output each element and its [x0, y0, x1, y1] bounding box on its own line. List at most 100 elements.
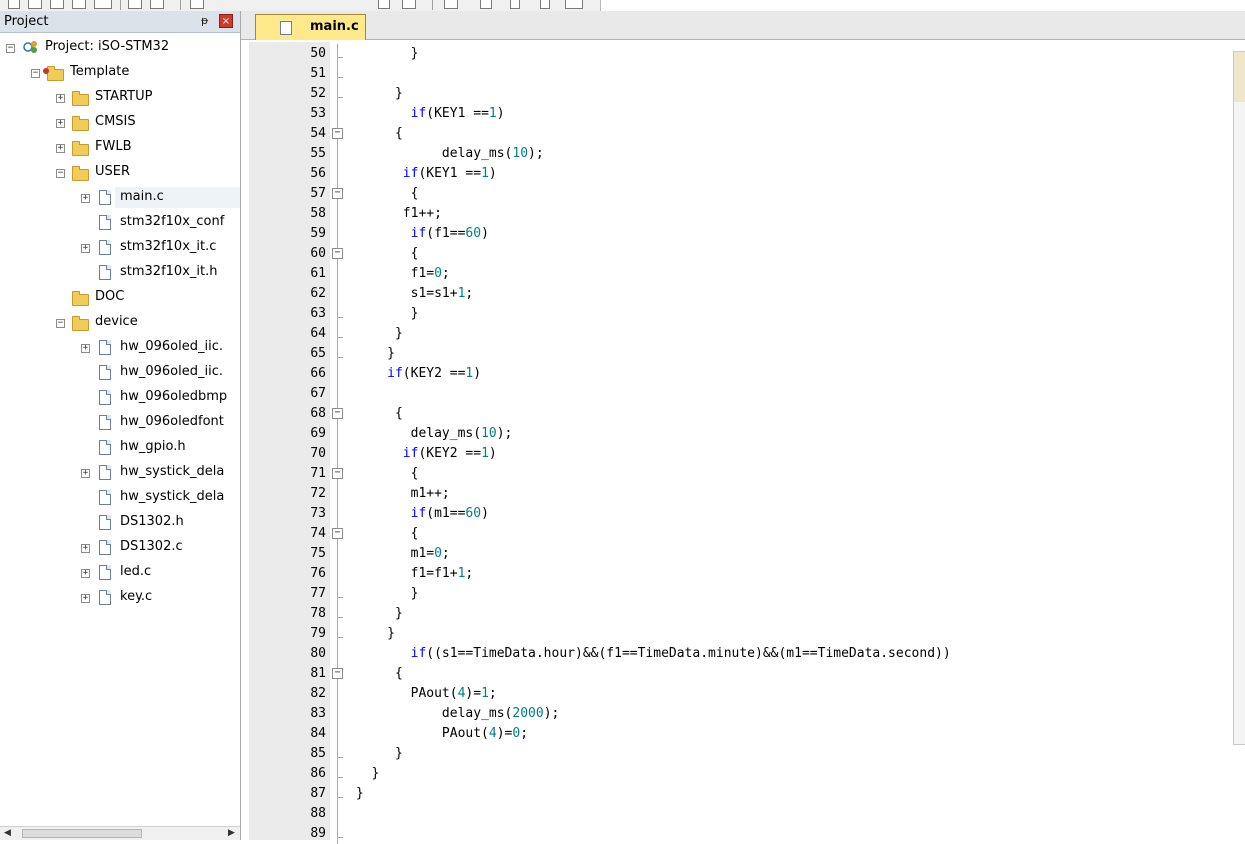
code-line[interactable]: m1++;	[348, 484, 450, 504]
tree-item[interactable]: + led.c	[0, 562, 240, 584]
tree-item[interactable]: hw_096oledfont	[0, 412, 240, 434]
expand-icon[interactable]: +	[81, 244, 90, 253]
fold-collapse-icon[interactable]: −	[332, 528, 343, 539]
expand-icon[interactable]: +	[56, 119, 65, 128]
tree-item[interactable]: + DS1302.c	[0, 537, 240, 559]
expand-icon[interactable]: +	[56, 144, 65, 153]
docked-panel-edge[interactable]	[1233, 51, 1245, 745]
collapse-icon[interactable]: −	[6, 44, 15, 53]
tree-item[interactable]: hw_096oled_iic.	[0, 362, 240, 384]
toolbar-button[interactable]	[72, 0, 86, 9]
tree-item[interactable]: hw_systick_dela	[0, 487, 240, 509]
tree-item[interactable]: stm32f10x_conf	[0, 212, 240, 234]
expand-icon[interactable]: +	[81, 544, 90, 553]
code-line[interactable]: {	[348, 124, 403, 144]
code-line[interactable]: }	[348, 764, 379, 784]
code-line[interactable]: delay_ms(2000);	[348, 704, 559, 724]
code-line[interactable]: if(m1==60)	[348, 504, 489, 524]
tree-item[interactable]: + main.c	[0, 187, 240, 209]
close-icon[interactable]: ×	[219, 14, 233, 28]
tree-item[interactable]: + key.c	[0, 587, 240, 609]
toolbar-button[interactable]	[510, 0, 520, 9]
scroll-right-icon[interactable]: ▶	[228, 828, 235, 838]
code-line[interactable]: if(f1==60)	[348, 224, 489, 244]
toolbar-button[interactable]	[150, 0, 164, 9]
code-line[interactable]: if(KEY1 ==1)	[348, 104, 505, 124]
scrollbar-thumb[interactable]	[22, 829, 142, 838]
fold-collapse-icon[interactable]: −	[332, 128, 343, 139]
code-line[interactable]: {	[348, 184, 419, 204]
tree-item[interactable]: + hw_096oled_iic.	[0, 337, 240, 359]
code-line[interactable]: }	[348, 344, 395, 364]
code-line[interactable]: delay_ms(10);	[348, 144, 544, 164]
code-line[interactable]: m1=0;	[348, 544, 450, 564]
code-line[interactable]: s1=s1+1;	[348, 284, 474, 304]
code-line[interactable]: }	[348, 624, 395, 644]
code-line[interactable]: }	[348, 44, 419, 64]
code-line[interactable]: if(KEY1 ==1)	[348, 164, 497, 184]
pin-icon[interactable]: ᵽ	[201, 14, 208, 27]
collapse-icon[interactable]: −	[56, 169, 65, 178]
code-line[interactable]: if((s1==TimeData.hour)&&(f1==TimeData.mi…	[348, 644, 951, 664]
toolbar-button[interactable]	[565, 0, 583, 9]
toolbar-button[interactable]	[378, 0, 390, 9]
fold-collapse-icon[interactable]: −	[332, 468, 343, 479]
tree-item[interactable]: + stm32f10x_it.c	[0, 237, 240, 259]
toolbar-button[interactable]	[444, 0, 458, 9]
code-line[interactable]: }	[348, 584, 419, 604]
code-line[interactable]: if(KEY2 ==1)	[348, 444, 497, 464]
fold-collapse-icon[interactable]: −	[332, 188, 343, 199]
code-line[interactable]: {	[348, 404, 403, 424]
code-line[interactable]: delay_ms(10);	[348, 424, 513, 444]
toolbar-button[interactable]	[28, 0, 42, 9]
tree-item[interactable]: − Project: iSO-STM32	[0, 37, 240, 59]
code-line[interactable]: }	[348, 324, 403, 344]
toolbar-button[interactable]	[540, 0, 550, 9]
tree-item[interactable]: − Template	[0, 62, 240, 84]
code-line[interactable]: {	[348, 524, 419, 544]
toolbar-button[interactable]	[402, 0, 416, 9]
code-line[interactable]: }	[348, 604, 403, 624]
tree-item[interactable]: DOC	[0, 287, 240, 309]
tree-item[interactable]: + CMSIS	[0, 112, 240, 134]
collapse-icon[interactable]: −	[56, 319, 65, 328]
code-line[interactable]: f1=f1+1;	[348, 564, 474, 584]
tree-item[interactable]: stm32f10x_it.h	[0, 262, 240, 284]
fold-collapse-icon[interactable]: −	[332, 248, 343, 259]
toolbar-button[interactable]	[480, 0, 492, 9]
code-line[interactable]: }	[348, 304, 419, 324]
code-line[interactable]: PAout(4)=1;	[348, 684, 497, 704]
toolbar-button[interactable]	[94, 0, 112, 9]
code-line[interactable]: f1=0;	[348, 264, 450, 284]
tree-item[interactable]: + FWLB	[0, 137, 240, 159]
fold-collapse-icon[interactable]: −	[332, 408, 343, 419]
tree-item[interactable]: hw_096oledbmp	[0, 387, 240, 409]
code-line[interactable]: }	[348, 784, 364, 804]
code-line[interactable]: f1++;	[348, 204, 442, 224]
expand-icon[interactable]: +	[56, 94, 65, 103]
expand-icon[interactable]: +	[81, 569, 90, 578]
code-line[interactable]: {	[348, 664, 403, 684]
tree-item[interactable]: − USER	[0, 162, 240, 184]
expand-icon[interactable]: +	[81, 594, 90, 603]
collapse-icon[interactable]: −	[31, 69, 40, 78]
code-line[interactable]: {	[348, 464, 419, 484]
tree-item[interactable]: − device	[0, 312, 240, 334]
code-line[interactable]: }	[348, 84, 403, 104]
horizontal-scrollbar[interactable]: ◀ ▶	[0, 826, 240, 840]
code-line[interactable]: {	[348, 244, 419, 264]
scroll-left-icon[interactable]: ◀	[4, 828, 11, 838]
expand-icon[interactable]: +	[81, 469, 90, 478]
tab-main-c[interactable]: main.c	[255, 14, 366, 40]
toolbar-button[interactable]	[8, 0, 20, 9]
tree-item[interactable]: hw_gpio.h	[0, 437, 240, 459]
tree-item[interactable]: + STARTUP	[0, 87, 240, 109]
code-line[interactable]: PAout(4)=0;	[348, 724, 528, 744]
expand-icon[interactable]: +	[81, 344, 90, 353]
tree-item[interactable]: + hw_systick_dela	[0, 462, 240, 484]
tree-item[interactable]: DS1302.h	[0, 512, 240, 534]
code-line[interactable]: if(KEY2 ==1)	[348, 364, 481, 384]
fold-collapse-icon[interactable]: −	[332, 668, 343, 679]
toolbar-button[interactable]	[50, 0, 64, 9]
docked-panel-tab[interactable]	[1234, 52, 1245, 102]
